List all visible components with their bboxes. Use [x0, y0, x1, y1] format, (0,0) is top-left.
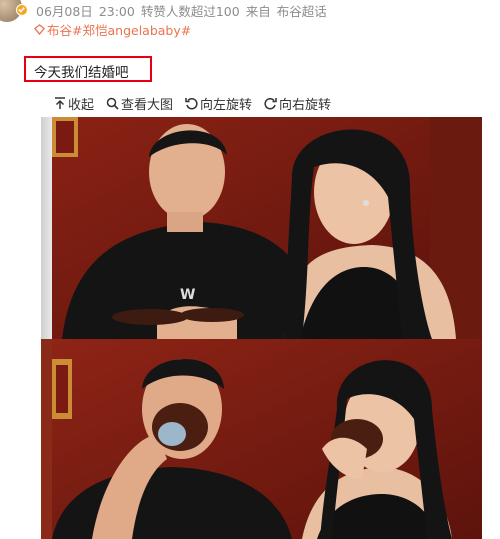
rotate-right-label: 向右旋转: [279, 98, 332, 113]
post-source[interactable]: 布谷超话: [277, 4, 327, 19]
verified-badge-icon: [16, 4, 28, 16]
collapse-label: 收起: [68, 98, 95, 113]
image-toolbar: 收起 查看大图 向左旋转 向右旋转: [54, 94, 343, 113]
supertopic-icon: [34, 24, 45, 35]
view-large-label: 查看大图: [121, 98, 174, 113]
repost-count: 转赞人数超过100: [140, 4, 240, 19]
source-prefix: 来自: [245, 4, 271, 19]
post-time: 23:00: [98, 4, 135, 19]
zoom-icon: [106, 97, 119, 110]
rotate-right-button[interactable]: 向右旋转: [264, 94, 331, 113]
collapse-button[interactable]: 收起: [54, 94, 94, 113]
post-photo-2[interactable]: [52, 339, 482, 539]
topic-link-hashtag[interactable]: #郑恺angelababy#: [72, 20, 191, 39]
svg-text:W: W: [180, 287, 195, 303]
topic-links: 布谷 #郑恺angelababy#: [34, 20, 191, 39]
topic-link-bugu[interactable]: 布谷: [47, 20, 72, 39]
post-photo-1[interactable]: W: [52, 117, 482, 339]
rotate-right-icon: [264, 98, 277, 110]
post-text: 今天我们结婚吧: [24, 56, 152, 82]
post-meta: 06月08日 23:00 转赞人数超过100 来自 布谷超话: [36, 1, 333, 20]
post-date[interactable]: 06月08日: [36, 4, 93, 19]
rotate-left-label: 向左旋转: [200, 98, 253, 113]
previous-image-edge-lower: [41, 339, 52, 539]
collapse-icon: [55, 97, 65, 109]
rotate-left-button[interactable]: 向左旋转: [185, 94, 252, 113]
rotate-left-icon: [185, 98, 198, 110]
view-large-button[interactable]: 查看大图: [106, 94, 173, 113]
